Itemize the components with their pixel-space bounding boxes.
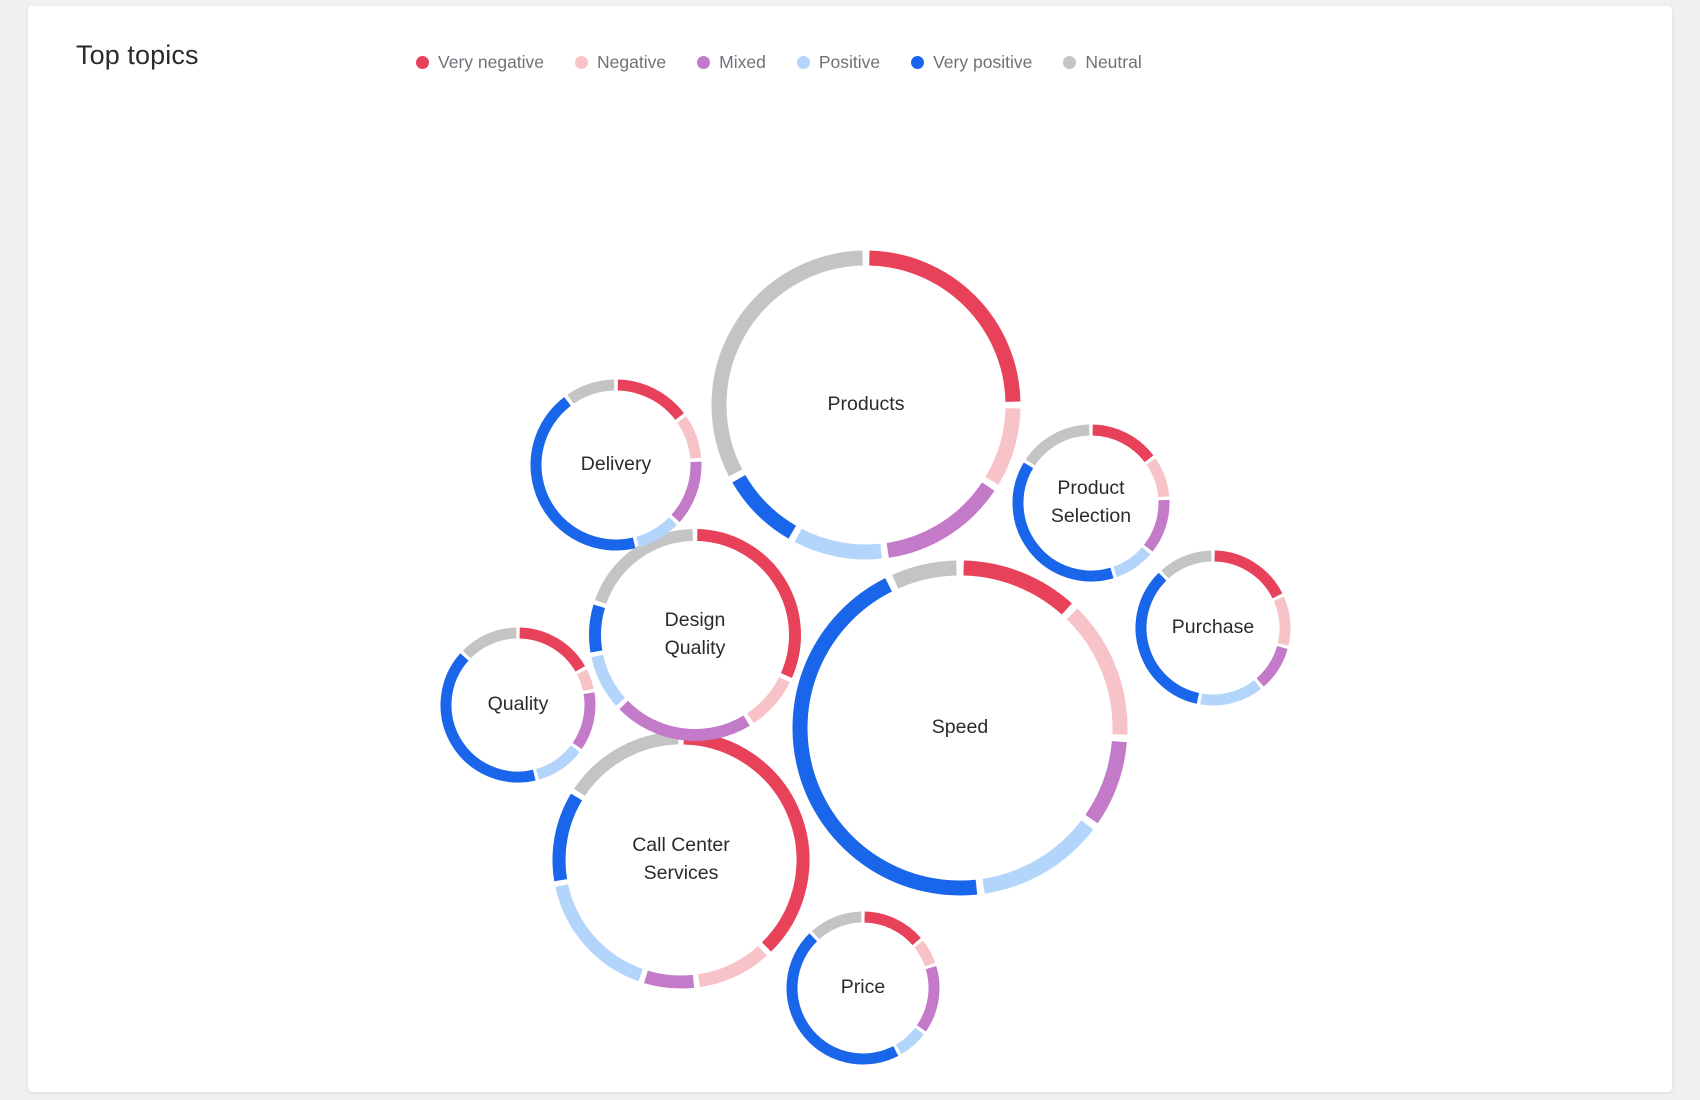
donut-segment-negative[interactable] <box>747 676 790 724</box>
donut-segment-negative[interactable] <box>576 669 594 692</box>
donut-segment-positive[interactable] <box>555 884 643 982</box>
legend-item-label: Mixed <box>719 52 766 72</box>
donut-segment-very-negative[interactable] <box>519 627 586 672</box>
legend-swatch-positive-icon <box>796 56 810 69</box>
sentiment-legend: Very negative Negative Mixed Positive Very p… <box>416 52 1142 73</box>
topic-label: Delivery <box>581 453 652 475</box>
topic-label: Speed <box>932 716 988 738</box>
legend-item-mixed[interactable]: Mixed <box>697 52 766 73</box>
legend-item-very-positive[interactable]: Very positive <box>911 52 1032 73</box>
topic-label: Products <box>828 393 905 415</box>
legend-swatch-very-negative-icon <box>416 56 429 69</box>
donut-segment-mixed[interactable] <box>886 482 995 558</box>
topic-label: Price <box>841 976 885 998</box>
donut-segment-neutral[interactable] <box>1025 424 1090 466</box>
donut-segment-neutral[interactable] <box>1161 550 1212 579</box>
topic-label: Design <box>665 609 726 631</box>
donut-segment-mixed[interactable] <box>1143 499 1170 552</box>
topic-bubble[interactable]: Speed <box>792 560 1128 896</box>
donut-segment-negative[interactable] <box>677 416 702 459</box>
donut-segment-positive[interactable] <box>591 654 626 706</box>
topic-bubble[interactable]: Products <box>711 250 1021 560</box>
donut-segment-mixed[interactable] <box>916 966 940 1032</box>
topic-label: Quality <box>488 693 549 715</box>
donut-segment-very-negative[interactable] <box>869 250 1021 402</box>
donut-segment-neutral[interactable] <box>711 250 863 477</box>
legend-item-label: Very positive <box>933 52 1033 72</box>
donut-segment-very-negative[interactable] <box>617 379 685 420</box>
donut-segment-negative[interactable] <box>1066 608 1128 735</box>
donut-segment-very-positive[interactable] <box>732 474 797 539</box>
donut-segment-neutral[interactable] <box>567 379 615 404</box>
topic-bubble[interactable]: Purchase <box>1135 550 1291 706</box>
donut-segment-positive[interactable] <box>794 528 882 560</box>
donut-segment-negative[interactable] <box>914 940 936 967</box>
topic-bubble[interactable]: Quality <box>440 627 596 783</box>
legend-item-neutral[interactable]: Neutral <box>1063 52 1142 73</box>
donut-segment-negative[interactable] <box>985 407 1021 485</box>
topic-label: Product <box>1057 477 1125 499</box>
donut-segment-very-negative[interactable] <box>1092 424 1154 463</box>
donut-segment-positive[interactable] <box>895 1027 924 1055</box>
topic-label: Services <box>644 862 719 884</box>
legend-item-very-negative[interactable]: Very negative <box>416 52 544 73</box>
donut-segment-negative[interactable] <box>697 945 767 988</box>
legend-item-label: Negative <box>597 52 667 72</box>
donut-segment-neutral[interactable] <box>462 627 517 659</box>
page-title: Top topics <box>76 40 199 70</box>
donut-segment-neutral[interactable] <box>892 560 957 589</box>
donut-segment-very-negative[interactable] <box>864 911 921 946</box>
donut-segment-very-positive[interactable] <box>786 933 899 1065</box>
donut-segment-very-positive[interactable] <box>440 653 536 783</box>
donut-segment-positive[interactable] <box>982 820 1094 894</box>
topic-label: Selection <box>1051 505 1131 527</box>
donut-segment-positive[interactable] <box>1200 680 1262 706</box>
panel-header: Top topics Very negative Negative Mixed Pos… <box>28 6 1672 110</box>
top-topics-panel: Top topics Very negative Negative Mixed Pos… <box>28 6 1672 1092</box>
donut-segment-positive[interactable] <box>535 745 580 780</box>
donut-segment-mixed[interactable] <box>1256 645 1288 687</box>
donut-segment-mixed[interactable] <box>1085 740 1127 824</box>
donut-segment-very-negative[interactable] <box>1214 550 1283 599</box>
donut-segment-neutral[interactable] <box>574 731 679 797</box>
topics-bubble-chart: Products Speed Call Center Services Design Qu… <box>440 250 1291 1065</box>
donut-segment-negative[interactable] <box>1146 458 1170 498</box>
donut-segment-mixed[interactable] <box>619 700 750 741</box>
legend-item-label: Neutral <box>1085 52 1142 72</box>
legend-item-negative[interactable]: Negative <box>575 52 666 73</box>
legend-item-positive[interactable]: Positive <box>796 52 881 73</box>
donut-segment-negative[interactable] <box>1273 596 1291 646</box>
donut-segment-neutral[interactable] <box>811 911 862 940</box>
bubble-chart-area: Products Speed Call Center Services Design Qu… <box>28 110 1672 1092</box>
donut-segment-mixed[interactable] <box>671 461 702 523</box>
donut-segment-mixed[interactable] <box>644 970 695 989</box>
legend-swatch-negative-icon <box>575 56 589 69</box>
donut-segment-very-positive[interactable] <box>552 793 583 882</box>
topic-bubble[interactable]: Call Center Services <box>552 731 810 989</box>
donut-segment-mixed[interactable] <box>572 692 596 750</box>
topic-label: Call Center <box>632 834 730 856</box>
legend-swatch-neutral-icon <box>1063 56 1077 69</box>
legend-item-label: Positive <box>818 52 881 72</box>
topic-bubble[interactable]: Design Quality <box>589 529 801 741</box>
topic-bubble[interactable]: Price <box>786 911 940 1065</box>
donut-segment-very-negative[interactable] <box>963 560 1072 615</box>
topic-label: Purchase <box>1172 616 1254 638</box>
topic-bubble[interactable]: Product Selection <box>1012 424 1170 582</box>
topic-bubble[interactable]: Delivery <box>530 379 702 551</box>
donut-segment-positive[interactable] <box>1113 547 1151 578</box>
topic-label: Quality <box>665 637 726 659</box>
legend-swatch-very-positive-icon <box>911 56 925 69</box>
legend-item-label: Very negative <box>438 52 545 72</box>
donut-segment-very-positive[interactable] <box>589 604 606 653</box>
legend-swatch-mixed-icon <box>697 56 711 69</box>
